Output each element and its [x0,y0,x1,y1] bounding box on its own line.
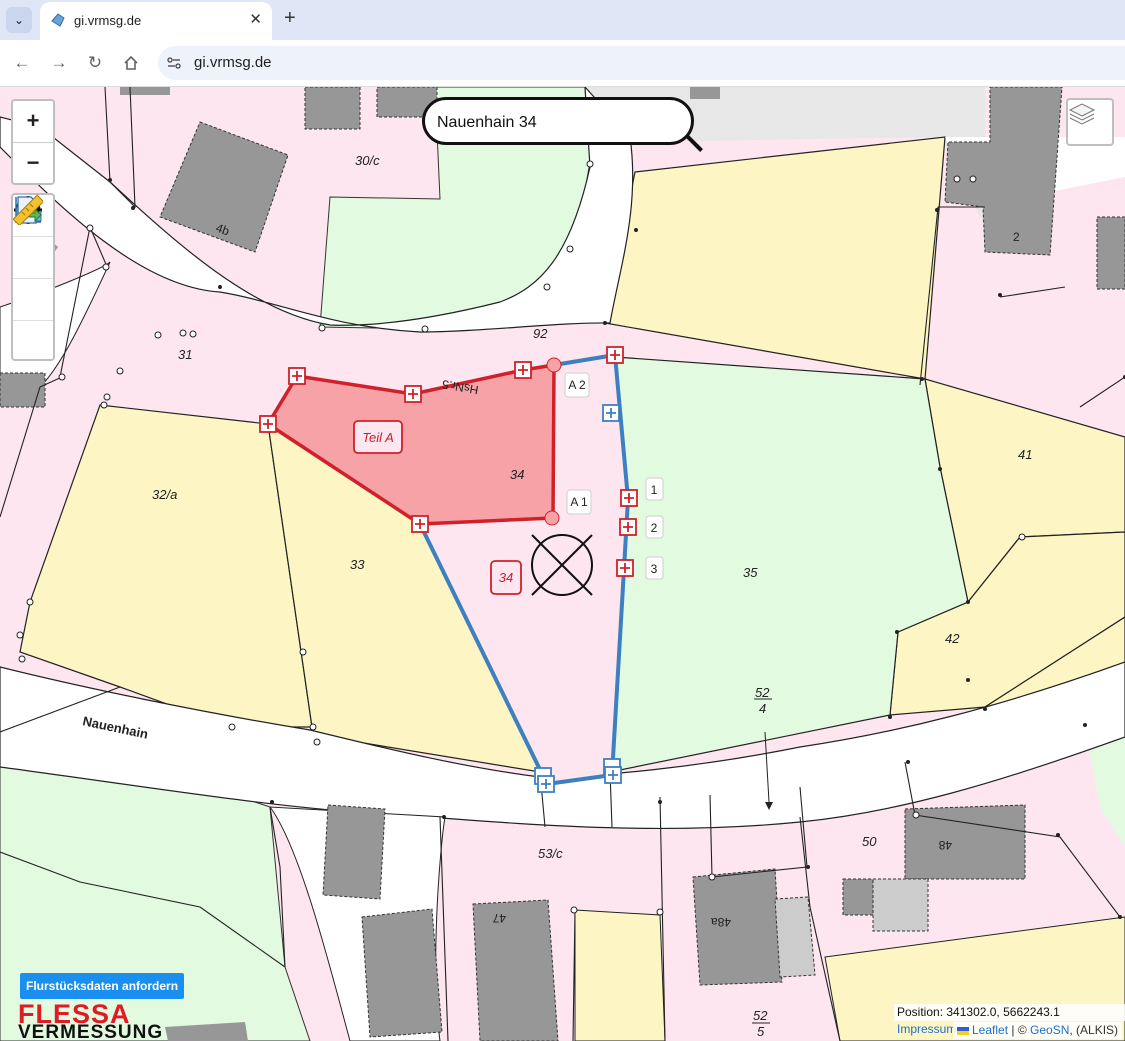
position-label: Position: [897,1005,944,1019]
home-icon[interactable] [120,52,142,74]
parcel-label-52-4-numerator: 52 [755,685,770,700]
building-47 [472,899,559,1041]
point-label-3: 3 [651,562,658,576]
address-bar[interactable]: gi.vrmsg.de [158,46,1125,80]
attribution-alkis: , (ALKIS) [1069,1023,1119,1037]
building [322,804,386,900]
parcel-label-52-4-denominator: 4 [759,701,766,716]
browser-tab-strip: ⌄ gi.vrmsg.de ✕ + [0,0,1125,40]
measure-button[interactable] [13,195,53,362]
point-label-a2: A 2 [568,378,586,392]
request-parcel-data-button[interactable]: Flurstücksdaten anfordern [20,973,185,999]
parcel-label-53c: 53/c [538,846,563,861]
building [304,87,361,130]
tab-close-icon[interactable]: ✕ [249,10,262,28]
search-input[interactable]: Nauenhain 34 [437,114,537,132]
point-label-2: 2 [651,521,658,535]
back-arrow-icon[interactable]: ← [11,52,33,74]
url-text: gi.vrmsg.de [194,54,272,71]
map-viewport[interactable]: 30/c 31 32/a 33 34 35 41 42 50 53/c 92 5… [0,87,1125,1041]
parcel-label-52-5-denominator: 5 [757,1024,765,1039]
zoom-in-button[interactable]: + [13,101,53,143]
ruler-icon [13,195,43,225]
elevation-profile-button[interactable] [13,197,53,279]
point-a1-marker [544,510,560,526]
building [120,87,170,95]
parcel-label-31: 31 [178,347,192,362]
logo-vermessung: VERMESSUNG [18,1022,164,1041]
building [690,87,720,99]
map-attribution: Leaflet | © GeoSN, (ALKIS) [953,1022,1123,1039]
building [0,372,46,408]
house-number-2: 2 [1013,230,1020,244]
position-value: 341302.0, 5662243.1 [946,1005,1060,1019]
site-info-icon[interactable] [166,55,182,71]
tab-title: gi.vrmsg.de [74,13,142,28]
parcel-label-42: 42 [945,631,960,646]
zoom-out-button[interactable]: − [13,143,53,184]
layers-button[interactable] [1066,98,1114,146]
parcel-34-marker-label: 34 [499,570,513,585]
parcel-label-35: 35 [743,565,758,580]
house-number-48a: 48a [711,915,731,929]
new-tab-button[interactable]: + [284,8,296,28]
building [361,908,443,1038]
cadastral-map: 30/c 31 32/a 33 34 35 41 42 50 53/c 92 5… [0,87,1125,1041]
export-document-button[interactable] [13,196,53,321]
parcel-label-34: 34 [510,467,524,482]
browser-toolbar: ← → ↻ gi.vrmsg.de [0,40,1125,87]
building-annex [872,878,929,932]
building-48a [692,868,783,986]
address-search-box[interactable]: Nauenhain 34 [422,97,694,145]
parcel-label-30c: 30/c [355,153,380,168]
map-tools [11,193,55,361]
parcel-label-32a: 32/a [152,487,177,502]
leaflet-link[interactable]: Leaflet [972,1023,1008,1037]
impressum-link[interactable]: Impressum [897,1022,956,1036]
zoom-control: + − [11,99,55,185]
forward-arrow-icon[interactable]: → [48,52,70,74]
parcel-label-92: 92 [533,326,548,341]
agricultural-area-south [574,909,666,1041]
chevron-down-icon: ⌄ [13,13,25,27]
building [1096,216,1125,290]
geosn-link[interactable]: GeoSN [1030,1023,1069,1037]
point-label-1: 1 [651,483,658,497]
attribution-separator: | © [1011,1023,1027,1037]
tab-search-menu-button[interactable]: ⌄ [6,7,32,33]
parcel-label-33: 33 [350,557,365,572]
parcel-label-50: 50 [862,834,877,849]
point-a2-marker [546,357,562,373]
reload-icon[interactable]: ↻ [84,52,106,74]
house-number-47: 47 [492,911,506,925]
house-number-48: 48 [938,838,952,852]
site-favicon-icon [51,13,65,27]
building-annex [774,896,816,978]
ukraine-flag-icon [957,1026,969,1035]
point-label-a1: A 1 [570,495,588,509]
layers-icon [1068,103,1096,125]
parcel-label-41: 41 [1018,447,1032,462]
browser-tab[interactable]: gi.vrmsg.de ✕ [40,2,272,40]
building [842,878,876,916]
parcel-label-52-5-numerator: 52 [753,1008,768,1023]
teil-a-label: Teil A [362,430,394,445]
position-readout: Position: 341302.0, 5662243.1 Impressum [894,1004,1125,1036]
